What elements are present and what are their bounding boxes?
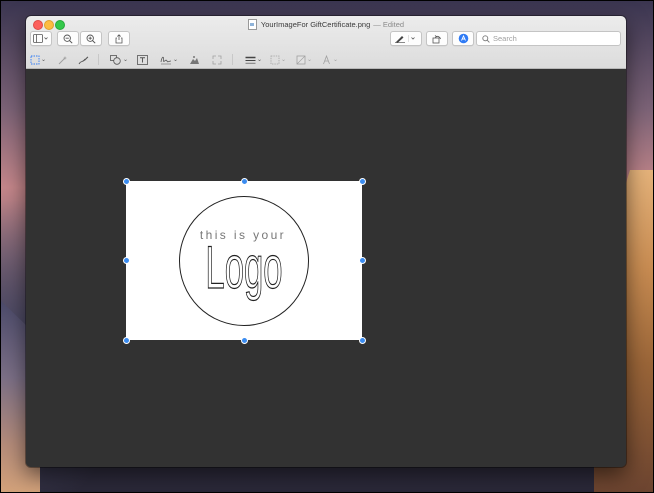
resize-handle-top[interactable]	[241, 178, 248, 185]
window-title: YourImageFor GiftCertificate.png — Edite…	[26, 18, 626, 31]
sidebar-view-button[interactable]	[30, 31, 52, 46]
toolbar-divider	[98, 54, 99, 65]
shapes-tool[interactable]: ⌄	[110, 54, 128, 65]
pen-tool-button[interactable]	[390, 31, 422, 46]
markup-toolbar-button[interactable]	[452, 31, 474, 46]
search-placeholder: Search	[493, 34, 517, 43]
shapes-icon	[110, 54, 121, 65]
resize-handle-left[interactable]	[123, 257, 130, 264]
titlebar: YourImageFor GiftCertificate.png — Edite…	[26, 16, 626, 69]
text-tool[interactable]	[137, 54, 148, 65]
pen-icon	[395, 35, 415, 43]
sidebar-icon	[33, 34, 48, 43]
resize-handle-bottom-left[interactable]	[123, 337, 130, 344]
sign-icon	[160, 56, 172, 64]
rotate-button[interactable]	[426, 31, 448, 46]
share-button[interactable]	[108, 31, 130, 46]
adjust-color-tool[interactable]	[189, 54, 200, 65]
instant-alpha-icon	[58, 55, 67, 64]
sign-tool[interactable]: ⌄	[160, 54, 178, 65]
sketch-icon	[78, 56, 89, 64]
shape-style-icon	[245, 56, 256, 63]
zoom-in-icon	[86, 34, 96, 44]
adjust-color-icon	[190, 55, 199, 64]
edited-label: — Edited	[373, 20, 405, 29]
preview-window: YourImageFor GiftCertificate.png — Edite…	[26, 16, 626, 467]
selected-image[interactable]: this is your Logo	[126, 181, 362, 340]
zoom-in-button[interactable]	[80, 31, 102, 46]
instant-alpha-tool[interactable]	[58, 54, 68, 65]
adjust-size-tool[interactable]	[212, 54, 222, 65]
search-field[interactable]: Search	[476, 31, 621, 46]
zoom-out-icon	[63, 34, 73, 44]
markup-icon	[458, 33, 468, 44]
document-canvas: this is your Logo	[26, 69, 626, 467]
border-color-icon	[270, 55, 280, 64]
rotate-icon	[432, 34, 441, 43]
resize-handle-right[interactable]	[359, 257, 366, 264]
text-icon	[137, 54, 148, 65]
selection-tool[interactable]: ⌄	[30, 54, 46, 65]
window-filename: YourImageFor GiftCertificate.png	[260, 20, 371, 29]
toolbar-divider	[232, 54, 233, 65]
document-icon	[247, 19, 257, 30]
resize-handle-top-right[interactable]	[359, 178, 366, 185]
share-icon	[115, 33, 123, 43]
search-icon	[482, 34, 490, 43]
markup-toolbar: ⌄ ⌄ ⌄ ⌄ ⌄ ⌄ ⌄	[26, 51, 626, 68]
shape-style-tool[interactable]: ⌄	[245, 54, 262, 65]
resize-handle-bottom-right[interactable]	[359, 337, 366, 344]
resize-handle-top-left[interactable]	[123, 178, 130, 185]
adjust-size-icon	[212, 55, 222, 64]
sketch-tool[interactable]	[78, 54, 89, 65]
text-style-icon	[323, 54, 330, 64]
border-color-tool[interactable]: ⌄	[270, 54, 286, 65]
logo-big-text: Logo	[205, 234, 282, 301]
zoom-out-button[interactable]	[57, 31, 79, 46]
fill-color-tool[interactable]: ⌄	[296, 54, 312, 65]
fill-color-icon	[296, 55, 306, 64]
resize-handle-bottom[interactable]	[241, 337, 248, 344]
logo-graphic: this is your Logo	[179, 196, 309, 326]
text-style-tool[interactable]: ⌄	[322, 54, 338, 65]
rectangular-selection-icon	[30, 55, 40, 64]
